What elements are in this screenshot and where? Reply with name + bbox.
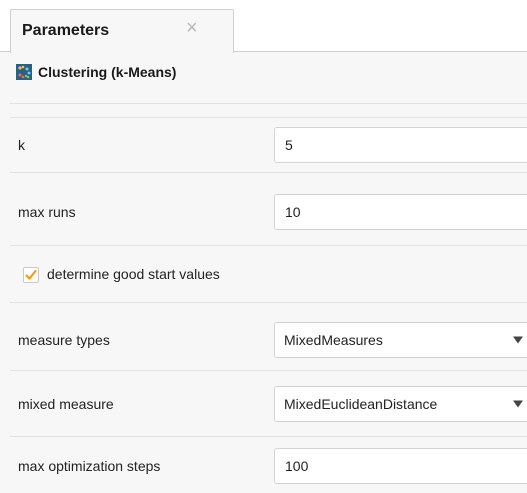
tab-parameters[interactable]: Parameters × [10, 9, 234, 53]
max-runs-input[interactable] [274, 194, 527, 230]
tab-strip: Parameters × [0, 0, 527, 53]
param-row-k: k [10, 118, 527, 172]
parameters-panel: Parameters × Clustering (k-Means) k 5 ma… [0, 0, 527, 493]
divider [10, 245, 527, 246]
param-row-mixed-measure: mixed measure MixedEuclideanDistance [10, 377, 527, 431]
chevron-down-icon [513, 400, 523, 408]
measure-types-value: MixedMeasures [284, 332, 383, 348]
param-label-mixed-measure: mixed measure [18, 396, 114, 412]
tab-title: Parameters [22, 22, 110, 39]
divider [10, 436, 527, 437]
close-icon[interactable]: × [186, 18, 198, 38]
divider [10, 172, 527, 173]
determine-good-start-values-checkbox[interactable] [23, 267, 39, 283]
param-row-max-optimization-steps: max optimization steps [10, 439, 527, 493]
clustering-icon [16, 64, 32, 80]
checkmark-icon [25, 269, 37, 280]
param-row-measure-types: measure types MixedMeasures [10, 313, 527, 367]
measure-types-select[interactable]: MixedMeasures [274, 322, 527, 358]
param-label-max-optimization-steps: max optimization steps [18, 458, 161, 474]
param-row-determine-good-start-values: determine good start values [10, 252, 527, 300]
k-input[interactable] [274, 127, 527, 163]
mixed-measure-select[interactable]: MixedEuclideanDistance [274, 386, 527, 422]
divider [10, 103, 527, 104]
divider [10, 302, 527, 303]
param-label-max-runs: max runs [18, 204, 76, 220]
operator-header: Clustering (k-Means) [0, 53, 527, 93]
chevron-down-icon [513, 336, 523, 344]
divider [10, 370, 527, 371]
max-optimization-steps-input[interactable] [274, 448, 527, 484]
param-row-max-runs: max runs [10, 185, 527, 239]
determine-good-start-values-label[interactable]: determine good start values [47, 266, 220, 282]
operator-title: Clustering (k-Means) [38, 64, 177, 80]
param-label-measure-types: measure types [18, 332, 110, 348]
param-label-k: k [18, 137, 25, 153]
mixed-measure-value: MixedEuclideanDistance [284, 396, 438, 412]
